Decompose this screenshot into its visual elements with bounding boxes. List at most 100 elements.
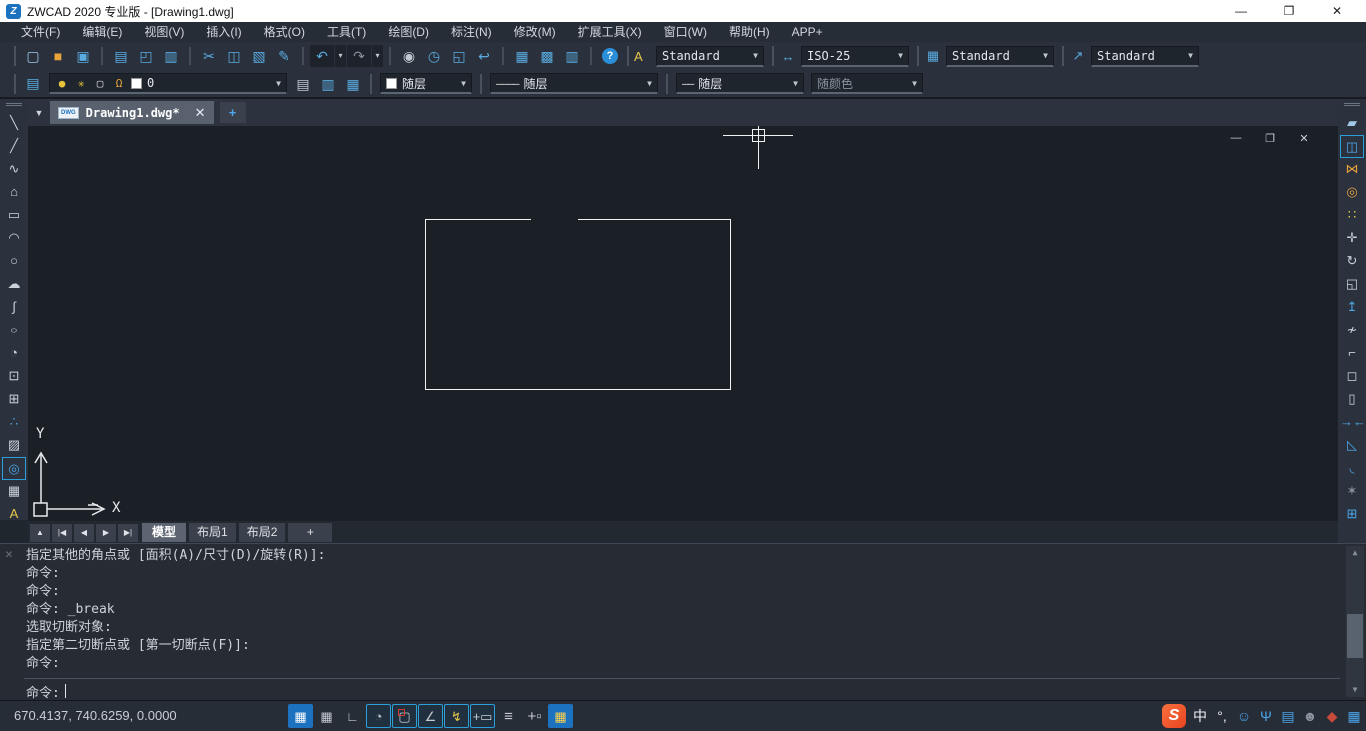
copy-clip-icon[interactable]: ◫ [222,45,246,67]
otrack-toggle[interactable]: ∠ [418,704,443,728]
line-icon[interactable]: ╲ [2,112,26,135]
ellipse-arc-icon[interactable]: ◔ [2,342,26,365]
chamfer-icon[interactable]: ◺ [1340,434,1364,457]
menu-edit[interactable]: 编辑(E) [71,22,133,42]
spline-icon[interactable]: ∫ [2,296,26,319]
block-editor-icon[interactable]: ⊞ [1340,503,1364,526]
zoom-realtime-icon[interactable]: ◷ [422,45,446,67]
drawing-viewport[interactable]: —❐✕ Y X [28,126,1338,521]
tab-layout1[interactable]: 布局1 [189,523,236,542]
construction-line-icon[interactable]: ╱ [2,135,26,158]
open-file-icon[interactable]: ■ [46,45,70,67]
rectangle-entity-right-edge[interactable] [730,219,731,389]
cut-icon[interactable]: ✂ [197,45,221,67]
mirror-icon[interactable]: ⋈ [1340,158,1364,181]
ime-chinese-mode-icon[interactable]: 中 [1192,706,1208,726]
menu-view[interactable]: 视图(V) [133,22,195,42]
undo-dropdown-icon[interactable]: ▾ [335,45,346,67]
scroll-up-icon[interactable]: ▲ [1346,546,1364,560]
drawing-minimize-button[interactable]: — [1230,132,1242,145]
circle-icon[interactable]: ○ [2,250,26,273]
menu-window[interactable]: 窗口(W) [653,22,718,42]
menu-modify[interactable]: 修改(M) [503,22,567,42]
offset-icon[interactable]: ◎ [1340,181,1364,204]
revision-cloud-icon[interactable]: ☁ [2,273,26,296]
fillet-icon[interactable]: ◟ [1340,457,1364,480]
tab-layout2[interactable]: 布局2 [239,523,286,542]
print-preview-icon[interactable]: ◰ [134,45,158,67]
tool-palettes-icon[interactable]: ▥ [560,45,584,67]
break-at-point-icon[interactable]: ◻ [1340,365,1364,388]
menu-format[interactable]: 格式(O) [253,22,316,42]
zoom-previous-icon[interactable]: ↩ [472,45,496,67]
lineweight-combo[interactable]: —— 随层 ▼ [676,73,804,94]
linetype-combo[interactable]: ———— 随层 ▼ [490,73,658,94]
last-tab-button[interactable]: ▶| [118,524,138,542]
ime-keyboard-icon[interactable]: ▤ [1280,708,1296,725]
design-center-icon[interactable]: ▩ [535,45,559,67]
snap-toggle[interactable]: ▦ [288,704,313,728]
layer-manager-icon[interactable]: ▤ [21,75,45,92]
rectangle-entity-top-left-segment[interactable] [425,219,531,220]
command-scrollbar[interactable]: ▲ ▼ [1346,546,1364,697]
array-icon[interactable]: ∷ [1340,204,1364,227]
ime-toolbox-icon[interactable]: ▦ [1346,708,1362,725]
polyline-icon[interactable]: ∿ [2,158,26,181]
extend-icon[interactable]: ⌐ [1340,342,1364,365]
trim-icon[interactable]: ≁ [1340,319,1364,342]
ime-account-icon[interactable]: ☻ [1302,708,1318,724]
format-painter-icon[interactable]: ✎ [272,45,296,67]
ortho-toggle[interactable]: ∟ [340,704,365,728]
explode-icon[interactable]: ✶ [1340,480,1364,503]
erase-icon[interactable]: ▰ [1340,112,1364,135]
menu-draw[interactable]: 绘图(D) [377,22,440,42]
redo-icon[interactable]: ↷ [347,45,371,67]
doc-list-caret-icon[interactable]: ▼ [30,108,48,118]
rectangle-icon[interactable]: ▭ [2,204,26,227]
scale-icon[interactable]: ◱ [1340,273,1364,296]
ime-punctuation-icon[interactable]: °, [1214,708,1230,724]
window-restore-button[interactable]: ❐ [1282,4,1296,18]
menu-file[interactable]: 文件(F) [10,22,71,42]
prev-tab-button[interactable]: ◀ [74,524,94,542]
annotation-scale-toggle[interactable]: ▦ [548,704,573,728]
menu-dimension[interactable]: 标注(N) [440,22,503,42]
arc-icon[interactable]: ◠ [2,227,26,250]
new-document-button[interactable]: + [220,102,246,123]
text-style-combo[interactable]: Standard ▼ [656,46,764,67]
save-file-icon[interactable]: ▣ [71,45,95,67]
menu-express-tools[interactable]: 扩展工具(X) [567,22,653,42]
redo-dropdown-icon[interactable]: ▾ [372,45,383,67]
first-tab-button[interactable]: |◀ [52,524,72,542]
ime-skin-icon[interactable]: ◆ [1324,708,1340,725]
scroll-down-icon[interactable]: ▼ [1346,683,1364,697]
stretch-icon[interactable]: ↥ [1340,296,1364,319]
move-icon[interactable]: ✛ [1340,227,1364,250]
layer-combo[interactable]: ● ✳ ▢ Ω 0 ▼ [49,73,287,94]
help-icon[interactable]: ? [602,48,618,64]
document-tab[interactable]: DWG Drawing1.dwg* ✕ [50,101,214,124]
plotstyle-combo[interactable]: 随颜色 ▼ [811,73,923,94]
paste-icon[interactable]: ▧ [247,45,271,67]
dyn-input-toggle[interactable]: ↯ [444,704,469,728]
pan-icon[interactable]: ◉ [397,45,421,67]
ime-emoji-icon[interactable]: ☺ [1236,708,1252,724]
drawing-restore-button[interactable]: ❐ [1264,132,1276,145]
drawing-close-button[interactable]: ✕ [1298,132,1310,145]
print-icon[interactable]: ▤ [109,45,133,67]
menu-help[interactable]: 帮助(H) [718,22,781,42]
ellipse-icon[interactable]: ○ [2,323,26,339]
lineweight-toggle[interactable]: +▭ [470,704,495,728]
polygon-icon[interactable]: ⌂ [2,181,26,204]
dim-style-combo[interactable]: ISO-25 ▼ [801,46,909,67]
color-combo[interactable]: 随层 ▼ [380,73,472,94]
copy-icon[interactable]: ◫ [1340,135,1364,158]
menu-app-plus[interactable]: APP+ [781,22,834,42]
rectangle-entity-bottom-edge[interactable] [425,389,731,390]
mleader-style-combo[interactable]: Standard ▼ [1091,46,1199,67]
menu-insert[interactable]: 插入(I) [195,22,252,42]
make-block-icon[interactable]: ⊞ [2,388,26,411]
menu-tools[interactable]: 工具(T) [316,22,377,42]
zoom-window-icon[interactable]: ◱ [447,45,471,67]
layer-previous-icon[interactable]: ▥ [316,73,340,95]
